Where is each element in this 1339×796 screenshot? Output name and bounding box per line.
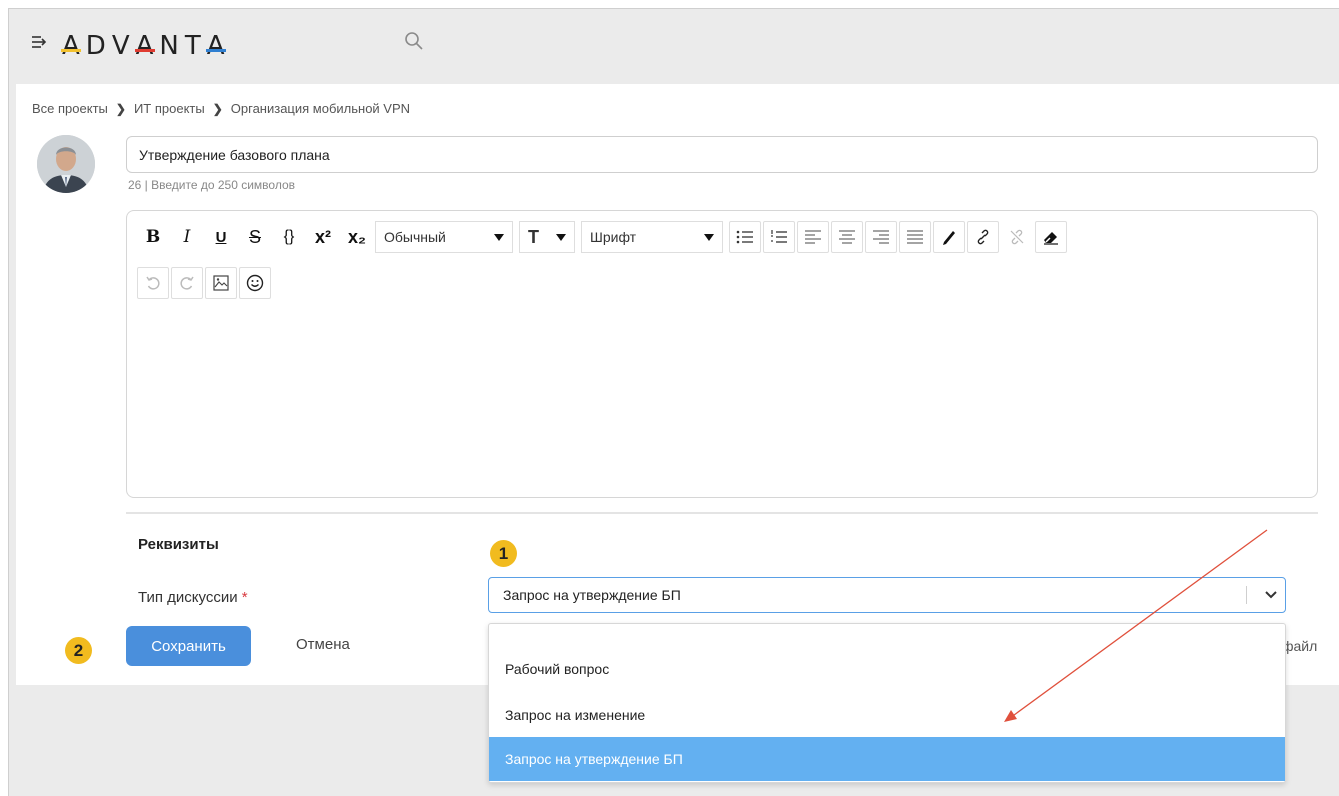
bold-button[interactable]: B: [137, 221, 169, 253]
paragraph-style-value: Обычный: [384, 229, 446, 245]
code-button[interactable]: {}: [273, 221, 305, 253]
chevron-down-icon: [556, 233, 566, 241]
redo-button[interactable]: [171, 267, 203, 299]
attach-file-link[interactable]: файл: [1282, 638, 1317, 654]
logo-letter-text: A: [206, 31, 231, 61]
bullet-list-button[interactable]: [729, 221, 761, 253]
insert-image-button[interactable]: [205, 267, 237, 299]
font-family-select[interactable]: Шрифт: [581, 221, 723, 253]
logo-letter: A: [134, 31, 160, 61]
strikethrough-button[interactable]: S: [239, 221, 271, 253]
unlink-icon: [1010, 229, 1024, 245]
image-icon: [213, 275, 229, 291]
discussion-type-label-text: Тип дискуссии: [138, 589, 238, 606]
discussion-title-input[interactable]: [126, 136, 1318, 173]
clear-format-button[interactable]: [1035, 221, 1067, 253]
discussion-type-select[interactable]: Запрос на утверждение БП: [488, 577, 1286, 613]
align-justify-icon: [907, 230, 923, 244]
logo-letter-text: A: [135, 31, 160, 61]
align-left-icon: [805, 230, 821, 244]
undo-button[interactable]: [137, 267, 169, 299]
remove-link-button[interactable]: [1001, 221, 1033, 253]
link-icon: [977, 229, 989, 245]
chevron-down-icon: [494, 233, 504, 241]
editor-toolbar-row-2: [137, 267, 273, 299]
text-color-button[interactable]: [933, 221, 965, 253]
logo-bar-blue: [205, 49, 226, 52]
align-right-button[interactable]: [865, 221, 897, 253]
font-family-value: Шрифт: [590, 229, 637, 245]
breadcrumb-all-projects[interactable]: Все проекты: [32, 101, 108, 116]
chevron-down-icon[interactable]: [1257, 590, 1285, 600]
logo-bar-yellow: [61, 49, 81, 52]
underline-button[interactable]: U: [205, 221, 237, 253]
subscript-button[interactable]: x₂: [341, 221, 373, 253]
redo-icon: [180, 276, 194, 290]
breadcrumb-current-project[interactable]: Организация мобильной VPN: [231, 101, 410, 116]
chevron-down-icon: [704, 233, 714, 241]
breadcrumb: Все проекты ❯ ИТ проекты ❯ Организация м…: [32, 101, 410, 116]
title-char-counter: 26 | Введите до 250 символов: [128, 178, 296, 192]
annotation-badge-2: 2: [65, 637, 92, 664]
font-size-select[interactable]: T: [519, 221, 575, 253]
discussion-type-dropdown[interactable]: Рабочий вопрос Запрос на изменение Запро…: [488, 623, 1286, 783]
align-justify-button[interactable]: [899, 221, 931, 253]
avatar[interactable]: [37, 135, 95, 193]
numbered-list-button[interactable]: [763, 221, 795, 253]
breadcrumb-separator-icon: ❯: [115, 101, 126, 116]
italic-button[interactable]: I: [171, 221, 203, 253]
advanta-logo[interactable]: A D V A N T A: [61, 26, 231, 66]
logo-letter: T: [184, 31, 207, 61]
discussion-type-value: Запрос на утверждение БП: [503, 587, 681, 603]
logo-bar-red: [134, 49, 155, 52]
numbered-list-icon: [771, 230, 787, 243]
undo-icon: [146, 276, 160, 290]
cancel-button[interactable]: Отмена: [296, 636, 350, 653]
align-center-button[interactable]: [831, 221, 863, 253]
breadcrumb-separator-icon: ❯: [212, 101, 223, 116]
annotation-badge-1: 1: [490, 540, 517, 567]
rich-text-editor[interactable]: B I U S {} x² x₂ Обычный T Шрифт: [126, 210, 1318, 498]
logo-letter-text: A: [62, 31, 86, 61]
user-avatar-icon: [37, 135, 95, 193]
insert-link-button[interactable]: [967, 221, 999, 253]
eraser-icon: [1044, 232, 1058, 245]
search-icon[interactable]: [404, 31, 424, 51]
breadcrumb-it-projects[interactable]: ИТ проекты: [134, 101, 205, 116]
dropdown-option-change-request[interactable]: Запрос на изменение: [489, 693, 1285, 737]
logo-letter: V: [111, 31, 136, 61]
bullet-list-icon: [736, 230, 753, 244]
smiley-icon: [246, 274, 264, 292]
align-left-button[interactable]: [797, 221, 829, 253]
logo-letter: D: [85, 31, 112, 61]
insert-emoji-button[interactable]: [239, 267, 271, 299]
menu-toggle-icon[interactable]: [32, 35, 48, 49]
logo-letter: A: [61, 31, 86, 61]
dropdown-option-work-question[interactable]: Рабочий вопрос: [489, 647, 1285, 691]
logo-letter: N: [159, 31, 185, 61]
dropdown-option-approval-request[interactable]: Запрос на утверждение БП: [489, 737, 1285, 781]
select-divider: [1246, 586, 1247, 604]
align-right-icon: [873, 230, 889, 244]
required-mark: *: [241, 589, 248, 606]
save-button[interactable]: Сохранить: [126, 626, 251, 666]
font-size-label: T: [528, 226, 539, 247]
logo-letter: A: [205, 31, 231, 61]
section-divider: [126, 512, 1318, 514]
requisites-heading: Реквизиты: [138, 536, 219, 553]
discussion-type-label: Тип дискуссии *: [138, 589, 248, 606]
paragraph-style-select[interactable]: Обычный: [375, 221, 513, 253]
pen-icon: [943, 231, 955, 245]
superscript-button[interactable]: x²: [307, 221, 339, 253]
align-center-icon: [839, 230, 855, 244]
editor-toolbar-row-1: B I U S {} x² x₂ Обычный T Шрифт: [137, 221, 1069, 253]
